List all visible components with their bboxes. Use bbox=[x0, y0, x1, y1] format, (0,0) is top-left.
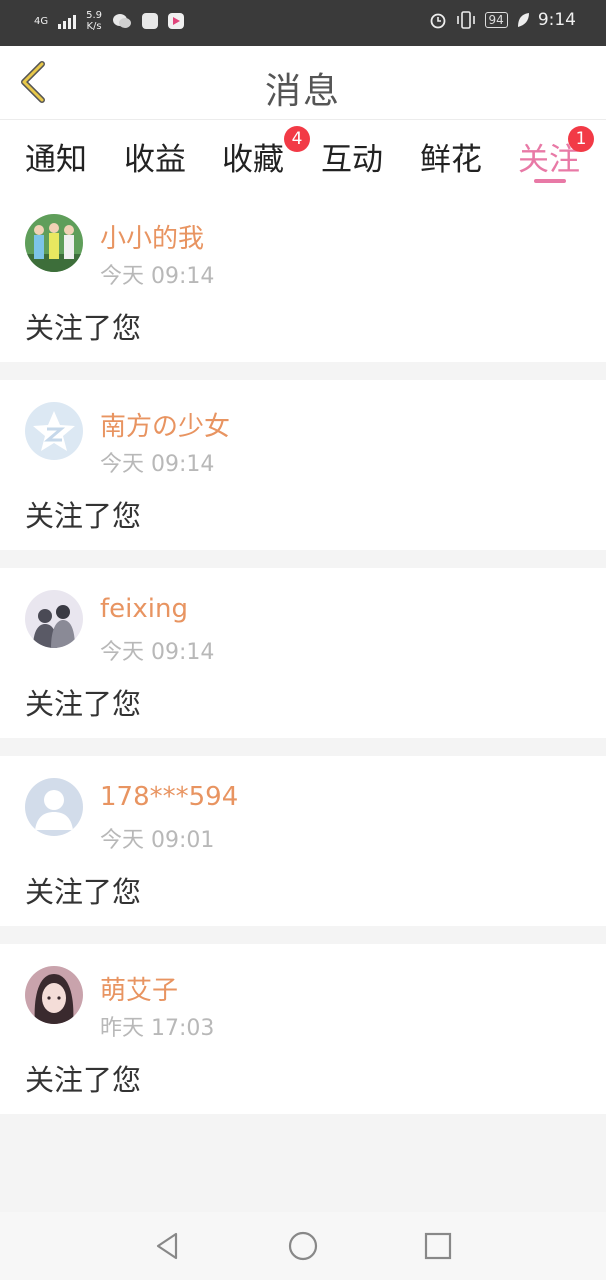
list-item[interactable]: 萌艾子 昨天 17:03 关注了您 bbox=[0, 944, 606, 1114]
speed-value: 5.9 bbox=[86, 10, 103, 21]
tab-label: 收益 bbox=[124, 142, 186, 178]
user-name[interactable]: 萌艾子 bbox=[100, 970, 178, 1007]
header: 消息 bbox=[0, 46, 606, 120]
message-list: 小小的我 今天 09:14 关注了您 南方の少女 今天 09:14 关注了您 f… bbox=[0, 192, 606, 1132]
tab-label: 通知 bbox=[25, 142, 87, 178]
status-bar: 4G 5.9 K/s 94 9:14 bbox=[0, 0, 606, 46]
message-text: 关注了您 bbox=[25, 1063, 142, 1097]
signal-icon bbox=[58, 13, 77, 29]
user-name[interactable]: feixing bbox=[100, 594, 188, 624]
network-type: 4G bbox=[34, 15, 49, 27]
girl-photo-avatar[interactable] bbox=[25, 966, 83, 1024]
message-time: 今天 09:01 bbox=[100, 828, 215, 853]
vibrate-icon bbox=[456, 11, 475, 29]
tab-label: 鲜花 bbox=[420, 142, 482, 178]
message-time: 今天 09:14 bbox=[100, 264, 215, 289]
video-icon bbox=[168, 13, 185, 29]
message-text: 关注了您 bbox=[25, 499, 142, 533]
home-circle-icon[interactable] bbox=[287, 1230, 319, 1262]
tab-label: 收藏 bbox=[222, 142, 284, 178]
list-item[interactable]: 南方の少女 今天 09:14 关注了您 bbox=[0, 380, 606, 550]
tab-favorites[interactable]: 收藏 4 bbox=[222, 126, 310, 179]
message-text: 关注了您 bbox=[25, 687, 142, 721]
tab-earnings[interactable]: 收益 bbox=[124, 134, 186, 179]
status-left: 4G 5.9 K/s bbox=[34, 10, 185, 32]
tab-notifications[interactable]: 通知 bbox=[25, 134, 87, 179]
status-right: 94 9:14 bbox=[429, 10, 576, 30]
page-title: 消息 bbox=[264, 71, 341, 112]
list-item[interactable]: 小小的我 今天 09:14 关注了您 bbox=[0, 192, 606, 362]
message-time: 今天 09:14 bbox=[100, 640, 215, 665]
clock-time: 9:14 bbox=[537, 10, 576, 30]
couple-photo-avatar[interactable] bbox=[25, 590, 83, 648]
tab-interactions[interactable]: 互动 bbox=[321, 134, 383, 179]
tab-following[interactable]: 关注 1 bbox=[518, 126, 594, 179]
speed-indicator: 5.9 K/s bbox=[86, 10, 102, 32]
tab-label: 互动 bbox=[321, 142, 383, 178]
user-name[interactable]: 小小的我 bbox=[100, 218, 204, 255]
list-item[interactable]: feixing 今天 09:14 关注了您 bbox=[0, 568, 606, 738]
speed-unit: K/s bbox=[86, 21, 102, 32]
message-text: 关注了您 bbox=[25, 875, 142, 909]
tab-flowers[interactable]: 鲜花 bbox=[420, 134, 482, 179]
message-time: 今天 09:14 bbox=[100, 452, 215, 477]
message-text: 关注了您 bbox=[25, 311, 142, 345]
battery-icon: 94 bbox=[484, 12, 508, 28]
alarm-icon bbox=[430, 13, 445, 29]
back-triangle-icon[interactable] bbox=[152, 1230, 184, 1262]
message-time: 昨天 17:03 bbox=[100, 1016, 215, 1041]
wechat-icon bbox=[113, 14, 132, 28]
group-photo-avatar[interactable] bbox=[25, 214, 83, 272]
default-user-avatar[interactable] bbox=[25, 778, 83, 836]
unread-badge: 4 bbox=[284, 126, 310, 152]
app-icon bbox=[142, 13, 159, 29]
network-indicator: 4G bbox=[34, 16, 48, 27]
tab-bar: 通知 收益 收藏 4 互动 鲜花 关注 1 bbox=[0, 120, 606, 192]
user-name[interactable]: 178***594 bbox=[100, 782, 238, 812]
active-tab-indicator bbox=[534, 179, 566, 183]
qzone-star-avatar[interactable] bbox=[25, 402, 83, 460]
system-nav-bar bbox=[0, 1212, 606, 1280]
recents-square-icon[interactable] bbox=[422, 1230, 454, 1262]
unread-badge: 1 bbox=[568, 126, 594, 152]
list-item[interactable]: 178***594 今天 09:01 关注了您 bbox=[0, 756, 606, 926]
leaf-icon bbox=[517, 13, 529, 27]
user-name[interactable]: 南方の少女 bbox=[100, 406, 230, 443]
